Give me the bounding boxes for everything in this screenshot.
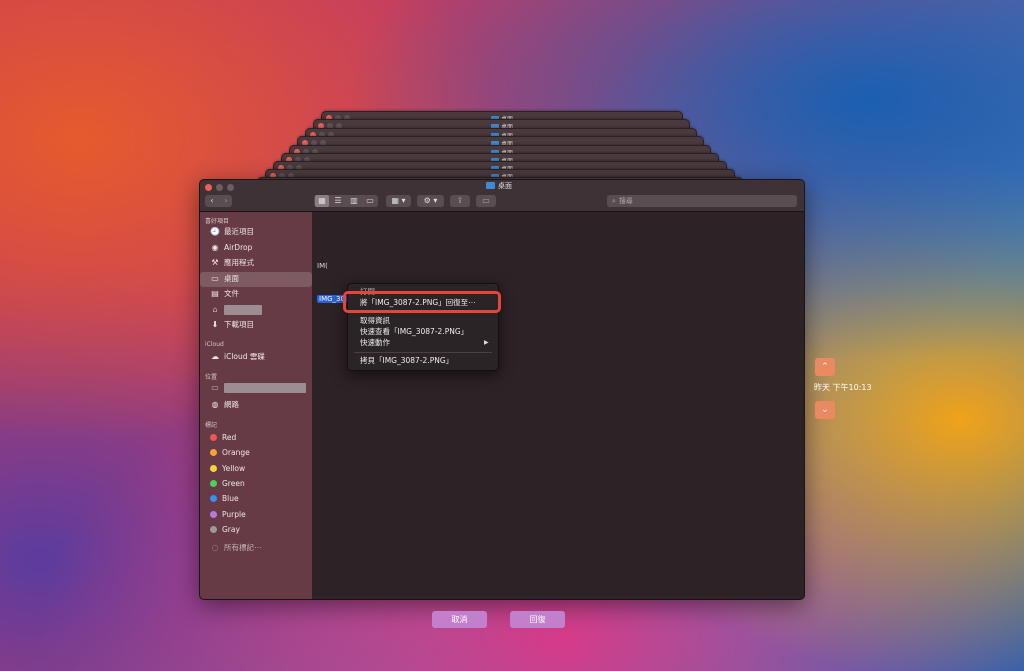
gallery-view-icon[interactable]: ▭ [363,195,377,207]
sidebar-tag-purple[interactable]: Purple [210,509,246,521]
tag-color-dot [210,449,217,457]
sidebar-item-icloud-0[interactable]: ☁ iCloud 雲碟 [210,351,265,363]
forward-chevron-icon[interactable]: › [219,195,233,207]
menu-item-copy[interactable]: 拷貝「IMG_3087-2.PNG」 [360,356,453,366]
sidebar-item-location-0[interactable]: ▭ [210,382,306,394]
menu-item-quick-actions[interactable]: 快速動作 [360,338,390,348]
applications-icon: ⚒ [211,258,219,267]
airdrop-icon: ◉ [211,242,219,252]
sidebar-item-favorite-4[interactable]: ▤ 文件 [210,288,239,300]
redacted-label [224,304,262,315]
sidebar-item-favorite-5[interactable]: ⌂ [210,304,262,316]
sidebar-item-favorite-3[interactable]: ▭ 桌面 [210,273,239,285]
close-button[interactable] [205,184,212,191]
sidebar-tag-green[interactable]: Green [210,478,245,490]
window-title: 桌面 [486,181,512,191]
folder-icon [486,182,495,189]
sidebar-tag-red[interactable]: Red [210,432,236,444]
back-forward-control: ‹ › [205,195,232,207]
sidebar-tag-gray[interactable]: Gray [210,524,240,536]
column-view-icon[interactable]: ▥ [347,195,361,207]
sidebar-item-favorite-6[interactable]: ⬇ 下載項目 [210,319,254,331]
tags-icon: ◌ [211,543,219,552]
search-input[interactable]: ⌕ 搜尋 [607,195,797,207]
network-icon: ◍ [211,400,219,409]
cancel-button[interactable]: 取消 [432,611,487,628]
chevron-up-icon: ⌃ [821,362,829,372]
finder-window: 桌面 ‹ › ▦ ☰ ▥ ▭ ▦ ▾ ⚙ ▾ ⇪ ▭ ⌕ 搜尋 喜好項目 🕘 最近項… [199,179,805,600]
desktop-icon: ▭ [211,273,219,283]
sidebar-tag-orange[interactable]: Orange [210,447,250,459]
clock-icon: 🕘 [210,227,220,236]
minimize-button[interactable] [216,184,223,191]
tags-header: 標記 [205,422,218,429]
tag-color-dot [210,464,217,472]
tag-icon: ▭ [482,196,490,205]
sidebar-item-favorite-1[interactable]: ◉ AirDrop [210,242,253,254]
menu-item-quicklook[interactable]: 快速查看「IMG_3087-2.PNG」 [360,327,468,337]
share-icon: ⇪ [456,196,464,205]
list-view-icon[interactable]: ☰ [331,195,345,207]
computer-icon: ▭ [211,383,219,392]
view-mode-control: ▦ ☰ ▥ ▭ [314,195,378,207]
chevron-down-icon: ▾ [401,196,406,205]
highlight-annotation [343,291,501,313]
restore-button[interactable]: 回復 [510,611,565,628]
chevron-down-icon: ⌄ [821,405,829,415]
finder-titlebar: 桌面 ‹ › ▦ ☰ ▥ ▭ ▦ ▾ ⚙ ▾ ⇪ ▭ ⌕ 搜尋 [200,180,804,212]
timeline-down-button[interactable]: ⌄ [815,401,835,419]
locations-header: 位置 [205,374,218,381]
tag-color-dot [210,510,217,518]
zoom-button[interactable] [227,184,234,191]
document-icon: ▤ [211,289,219,298]
tag-color-dot [210,495,217,503]
home-icon: ⌂ [212,304,218,314]
gear-icon: ⚙ [423,196,431,205]
sidebar-tag-blue[interactable]: Blue [210,493,239,505]
menu-item-get-info[interactable]: 取得資訊 [360,316,390,326]
sidebar: 喜好項目 🕘 最近項目 ◉ AirDrop ⚒ 應用程式 ▭ 桌面 ▤ 文件 ⌂ ⬇ 下載項目 iClo… [200,212,312,599]
menu-separator [354,352,492,353]
sidebar-item-all-tags[interactable]: ◌ 所有標記⋯ [210,542,262,554]
action-button[interactable]: ⚙ ▾ [417,195,444,207]
tag-color-dot [210,434,217,441]
sidebar-tag-yellow[interactable]: Yellow [210,463,245,475]
tag-color-dot [210,479,217,487]
chevron-down-icon: ▾ [433,196,438,205]
icloud-header: iCloud [205,341,224,348]
back-chevron-icon[interactable]: ‹ [205,195,219,207]
file-item[interactable]: IM( [317,262,328,270]
search-icon: ⌕ [612,197,616,205]
submenu-arrow-icon: ▶ [484,339,489,346]
sidebar-item-location-1[interactable]: ◍ 網路 [210,399,240,411]
icon-view-icon[interactable]: ▦ [315,195,329,207]
group-button[interactable]: ▦ ▾ [386,195,411,207]
sidebar-item-favorite-2[interactable]: ⚒ 應用程式 [210,257,254,269]
grid-icon: ▦ [391,196,399,205]
cloud-icon: ☁ [211,352,219,361]
file-content-area: IM( IMG_30 [312,212,804,599]
favorites-header: 喜好項目 [205,218,230,225]
share-button[interactable]: ⇪ [450,195,470,207]
snapshot-time-label: 昨天 下午10:13 [814,383,872,392]
sidebar-item-favorite-0[interactable]: 🕘 最近項目 [210,226,254,238]
tag-color-dot [210,525,217,533]
timeline-up-button[interactable]: ⌃ [815,358,835,376]
downloads-icon: ⬇ [211,320,219,329]
redacted-label [224,383,306,393]
tag-button[interactable]: ▭ [476,195,496,207]
